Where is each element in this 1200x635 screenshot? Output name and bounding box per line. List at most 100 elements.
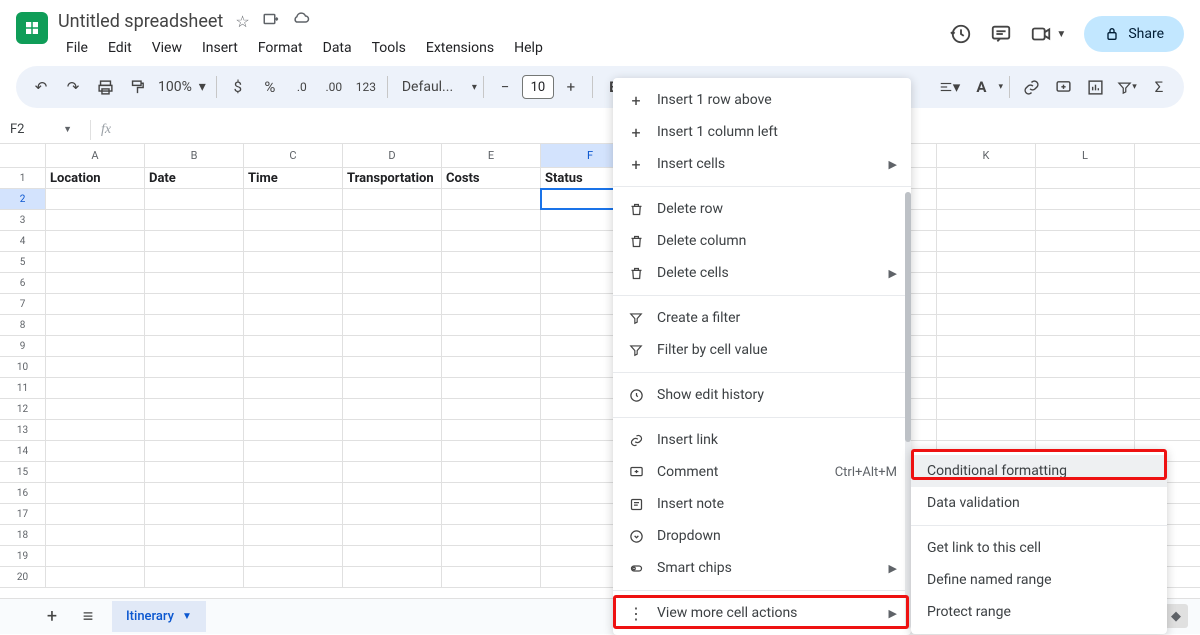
share-button[interactable]: Share	[1084, 16, 1184, 52]
cell[interactable]	[343, 399, 442, 419]
row-header[interactable]: 7	[0, 294, 46, 314]
cell[interactable]	[442, 483, 541, 503]
cell[interactable]	[244, 294, 343, 314]
row-header[interactable]: 20	[0, 567, 46, 587]
cell[interactable]	[145, 399, 244, 419]
row-header[interactable]: 6	[0, 273, 46, 293]
cell[interactable]	[244, 189, 343, 209]
row-header[interactable]: 3	[0, 210, 46, 230]
cell[interactable]	[145, 420, 244, 440]
cell[interactable]	[442, 189, 541, 209]
sheets-logo[interactable]	[16, 12, 48, 44]
cell[interactable]	[145, 210, 244, 230]
cell[interactable]	[1036, 231, 1135, 251]
ctx-insert-link[interactable]: Insert link	[613, 424, 911, 456]
sheet-tab-itinerary[interactable]: Itinerary▼	[112, 601, 206, 632]
cell[interactable]	[343, 210, 442, 230]
cell[interactable]	[937, 357, 1036, 377]
cell[interactable]	[343, 441, 442, 461]
menu-view[interactable]: View	[144, 36, 190, 60]
row-header[interactable]: 16	[0, 483, 46, 503]
ctx-comment[interactable]: Comment Ctrl+Alt+M	[613, 456, 911, 488]
ctx-show-history[interactable]: Show edit history	[613, 379, 911, 411]
menu-file[interactable]: File	[58, 36, 96, 60]
ctx-data-validation[interactable]: Data validation	[911, 487, 1167, 519]
more-formats-button[interactable]: 123	[351, 72, 381, 102]
row-header[interactable]: 12	[0, 399, 46, 419]
print-button[interactable]	[90, 72, 120, 102]
cell[interactable]	[343, 483, 442, 503]
increase-font-button[interactable]: +	[556, 72, 586, 102]
functions-button[interactable]: Σ	[1144, 72, 1174, 102]
align-button[interactable]: ▾	[934, 72, 964, 102]
column-header[interactable]: D	[343, 144, 442, 167]
font-select[interactable]: Defaul...	[394, 79, 470, 95]
row-header[interactable]: 10	[0, 357, 46, 377]
doc-title[interactable]: Untitled spreadsheet	[58, 11, 223, 32]
cell[interactable]	[145, 189, 244, 209]
cell[interactable]	[937, 399, 1036, 419]
cell[interactable]	[1036, 294, 1135, 314]
explore-button[interactable]: ◆	[1164, 604, 1188, 628]
menu-data[interactable]: Data	[315, 36, 360, 60]
cell[interactable]	[937, 210, 1036, 230]
cell[interactable]	[937, 252, 1036, 272]
cell[interactable]	[145, 294, 244, 314]
decrease-decimal-button[interactable]: .0	[287, 72, 317, 102]
cell[interactable]	[1036, 378, 1135, 398]
cell[interactable]	[442, 336, 541, 356]
paint-format-button[interactable]	[122, 72, 152, 102]
cell[interactable]	[343, 525, 442, 545]
cell[interactable]	[46, 567, 145, 587]
cell[interactable]: Date	[145, 168, 244, 188]
row-header[interactable]: 5	[0, 252, 46, 272]
redo-button[interactable]: ↷	[58, 72, 88, 102]
cell[interactable]	[343, 315, 442, 335]
ctx-insert-row-above[interactable]: + Insert 1 row above	[613, 84, 911, 116]
comments-icon[interactable]	[990, 23, 1012, 45]
cell[interactable]	[937, 336, 1036, 356]
cell[interactable]	[46, 441, 145, 461]
cell[interactable]	[145, 441, 244, 461]
column-header[interactable]: C	[244, 144, 343, 167]
cell[interactable]	[343, 273, 442, 293]
percent-button[interactable]: %	[255, 72, 285, 102]
ctx-delete-cells[interactable]: Delete cells ▶	[613, 257, 911, 289]
cell[interactable]	[343, 378, 442, 398]
cell[interactable]	[145, 336, 244, 356]
cell[interactable]: Costs	[442, 168, 541, 188]
cell[interactable]	[343, 546, 442, 566]
cell[interactable]	[442, 504, 541, 524]
cell[interactable]	[442, 273, 541, 293]
meet-icon[interactable]: ▼	[1030, 23, 1066, 45]
history-icon[interactable]	[950, 23, 972, 45]
ctx-dropdown[interactable]: Dropdown	[613, 520, 911, 552]
filter-button[interactable]: ▾	[1112, 72, 1142, 102]
menu-format[interactable]: Format	[250, 36, 311, 60]
currency-button[interactable]: $	[223, 72, 253, 102]
cell[interactable]	[244, 462, 343, 482]
cell[interactable]	[244, 252, 343, 272]
cell[interactable]	[244, 273, 343, 293]
ctx-insert-cells[interactable]: + Insert cells ▶	[613, 148, 911, 180]
ctx-create-filter[interactable]: Create a filter	[613, 302, 911, 334]
cell[interactable]	[442, 378, 541, 398]
cell[interactable]	[145, 357, 244, 377]
row-header[interactable]: 8	[0, 315, 46, 335]
insert-link-button[interactable]	[1016, 72, 1046, 102]
add-sheet-button[interactable]: +	[40, 606, 64, 627]
cell[interactable]	[145, 462, 244, 482]
cell[interactable]	[1036, 252, 1135, 272]
column-header[interactable]: L	[1036, 144, 1135, 167]
cell[interactable]	[937, 273, 1036, 293]
row-header[interactable]: 15	[0, 462, 46, 482]
ctx-filter-by-value[interactable]: Filter by cell value	[613, 334, 911, 366]
row-header[interactable]: 18	[0, 525, 46, 545]
cell[interactable]	[343, 462, 442, 482]
cell[interactable]	[343, 420, 442, 440]
cell[interactable]	[46, 462, 145, 482]
cell[interactable]	[145, 525, 244, 545]
cell[interactable]	[145, 273, 244, 293]
cell[interactable]	[442, 231, 541, 251]
cell[interactable]	[145, 504, 244, 524]
